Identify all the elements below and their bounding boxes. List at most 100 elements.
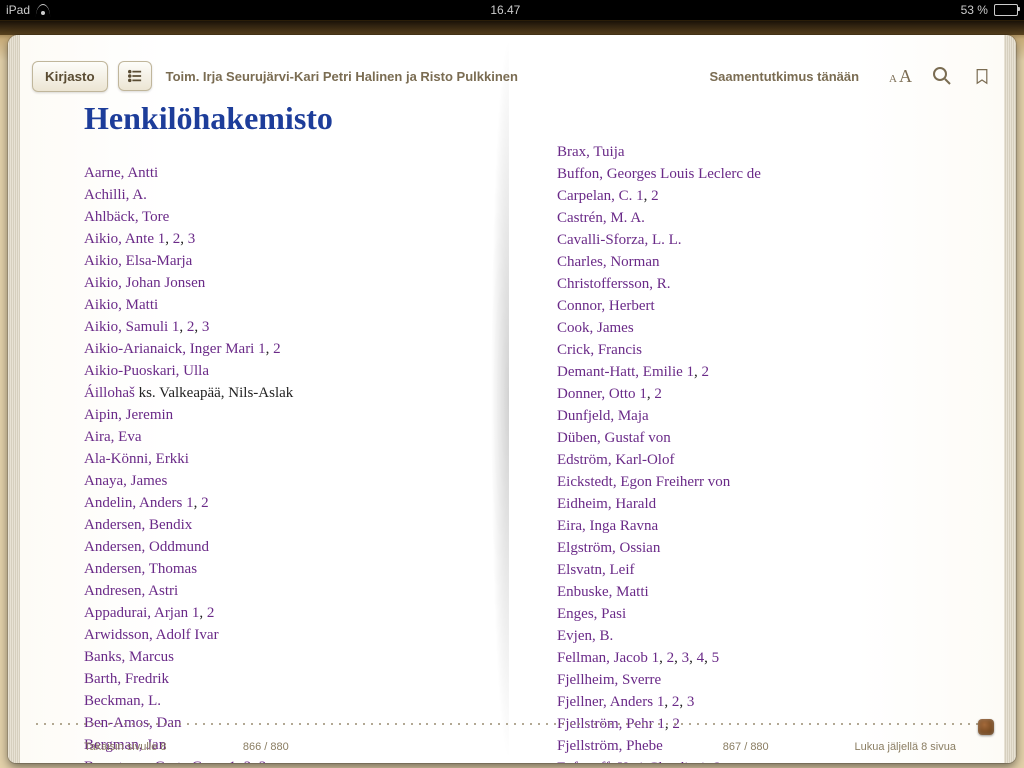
index-entry: Cavalli-Sforza, L. L. — [557, 229, 940, 251]
index-name-link[interactable]: Ben-Amos, Dan — [84, 715, 182, 731]
index-name-link[interactable]: Aikio, Johan Jonsen — [84, 275, 205, 291]
index-name-link[interactable]: Aikio-Puoskari, Ulla — [84, 363, 209, 379]
index-name-link[interactable]: Beckman, L. — [84, 693, 161, 709]
index-page-ref[interactable]: 3 — [202, 319, 210, 335]
index-name-link[interactable]: Aarne, Antti — [84, 165, 158, 181]
index-name-link[interactable]: Aikio, Elsa-Marja — [84, 253, 192, 269]
index-name-link[interactable]: Appadurai, Arjan — [84, 605, 192, 621]
index-page-ref[interactable]: 3 — [188, 231, 196, 247]
index-name-link[interactable]: Fofonoff, Kati-Claudia — [557, 760, 699, 763]
index-entry: Aikio, Johan Jonsen — [84, 272, 467, 294]
index-name-link[interactable]: Crick, Francis — [557, 342, 642, 358]
index-entry: Andersen, Oddmund — [84, 536, 467, 558]
index-page-ref[interactable]: 2 — [273, 341, 281, 357]
index-name-link[interactable]: Donner, Otto — [557, 386, 639, 402]
index-name-link[interactable]: Fjellner, Anders — [557, 694, 657, 710]
index-page-ref[interactable]: 2 — [651, 188, 659, 204]
index-name-link[interactable]: Düben, Gustaf von — [557, 430, 671, 446]
index-name-link[interactable]: Andersen, Bendix — [84, 517, 192, 533]
index-name-link[interactable]: Demant-Hatt, Emilie — [557, 364, 687, 380]
index-page-ref[interactable]: 1 — [636, 188, 644, 204]
index-name-link[interactable]: Aikio, Ante — [84, 231, 158, 247]
index-name-link[interactable]: Evjen, B. — [557, 628, 613, 644]
index-name-link[interactable]: Christoffersson, R. — [557, 276, 670, 292]
index-name-link[interactable]: Elsvatn, Leif — [557, 562, 634, 578]
index-page-ref[interactable]: 4 — [697, 650, 705, 666]
index-name-link[interactable]: Andresen, Astri — [84, 583, 178, 599]
index-name-link[interactable]: Elgström, Ossian — [557, 540, 660, 556]
index-name-link[interactable]: Eira, Inga Ravna — [557, 518, 658, 534]
index-name-link[interactable]: Carpelan, C. — [557, 188, 636, 204]
index-name-link[interactable]: Dunfjeld, Maja — [557, 408, 649, 424]
index-name-link[interactable]: Ala-Könni, Erkki — [84, 451, 189, 467]
left-page[interactable]: Henkilöhakemisto Aarne, AnttiAchilli, A.… — [20, 35, 509, 763]
index-page-ref[interactable]: 1 — [652, 650, 660, 666]
library-button[interactable]: Kirjasto — [32, 61, 108, 92]
index-page-ref[interactable]: 3 — [682, 650, 690, 666]
index-name-link[interactable]: Eickstedt, Egon Freiherr von — [557, 474, 730, 490]
index-name-link[interactable]: Aikio, Matti — [84, 297, 158, 313]
index-entry: Eira, Inga Ravna — [557, 515, 940, 537]
index-name-link[interactable]: Barth, Fredrik — [84, 671, 169, 687]
index-name-link[interactable]: Charles, Norman — [557, 254, 659, 270]
index-name-link[interactable]: Fjellheim, Sverre — [557, 672, 661, 688]
index-name-link[interactable]: Andersen, Thomas — [84, 561, 197, 577]
index-name-link[interactable]: Anaya, James — [84, 473, 167, 489]
index-page-ref[interactable]: 2 — [667, 650, 675, 666]
index-page-ref[interactable]: 2 — [654, 386, 662, 402]
index-name-link[interactable]: Buffon, Georges Louis Leclerc de — [557, 166, 761, 182]
index-entry: Aipin, Jeremin — [84, 404, 467, 426]
index-entry: Ben-Amos, Dan — [84, 712, 467, 734]
index-page-ref[interactable]: 1 — [639, 386, 647, 402]
index-entry: Christoffersson, R. — [557, 273, 940, 295]
index-name-link[interactable]: Enbuske, Matti — [557, 584, 649, 600]
index-name-link[interactable]: Brax, Tuija — [557, 144, 625, 160]
index-page-ref[interactable]: 3 — [259, 759, 267, 763]
index-name-link[interactable]: Eidheim, Harald — [557, 496, 656, 512]
index-name-link[interactable]: Enges, Pasi — [557, 606, 626, 622]
index-entry: Appadurai, Arjan 1, 2 — [84, 602, 467, 624]
index-page-ref[interactable]: 1 — [258, 341, 266, 357]
index-name-link[interactable]: Andelin, Anders — [84, 495, 186, 511]
index-name-link[interactable]: Arwidsson, Adolf Ivar — [84, 627, 219, 643]
search-icon[interactable] — [932, 66, 952, 86]
index-name-link[interactable]: Fellman, Jacob — [557, 650, 652, 666]
page-scrubber[interactable] — [978, 719, 994, 735]
right-page[interactable]: Brax, Tuija Buffon, Georges Louis Leclerc… — [509, 35, 1004, 763]
index-page-ref[interactable]: 2 — [201, 495, 209, 511]
open-book: Kirjasto Toim. Irja Seurujärvi-Kari Petr… — [8, 35, 1016, 763]
index-name-link[interactable]: Connor, Herbert — [557, 298, 655, 314]
index-page-ref[interactable]: 2 — [207, 605, 215, 621]
index-name-link[interactable]: Aikio-Arianaick, Inger Mari — [84, 341, 258, 357]
index-name-link[interactable]: Aikio, Samuli — [84, 319, 172, 335]
index-name-link[interactable]: Bergstrøm, Grete Gunn — [84, 759, 229, 763]
index-entry: Elgström, Ossian — [557, 537, 940, 559]
index-name-link[interactable]: Cook, James — [557, 320, 634, 336]
clock: 16.47 — [490, 3, 520, 17]
index-page-ref[interactable]: 2 — [714, 760, 722, 763]
index-name-link[interactable]: Castrén, M. A. — [557, 210, 645, 226]
index-page-ref[interactable]: 2 — [672, 716, 680, 732]
index-page-ref[interactable]: 3 — [687, 694, 695, 710]
toc-button[interactable] — [118, 61, 152, 91]
index-name-link[interactable]: Áillohaš — [84, 385, 139, 401]
index-entry: Elsvatn, Leif — [557, 559, 940, 581]
page-number-left: 866 / 880 — [243, 741, 289, 753]
index-page-ref[interactable]: 1 — [657, 716, 665, 732]
index-page-ref[interactable]: 5 — [712, 650, 720, 666]
font-size-button[interactable]: AA — [889, 66, 912, 87]
index-name-link[interactable]: Achilli, A. — [84, 187, 147, 203]
index-name-link[interactable]: Fjellström, Pehr — [557, 716, 657, 732]
index-name-link[interactable]: Andersen, Oddmund — [84, 539, 209, 555]
index-name-link[interactable]: Banks, Marcus — [84, 649, 174, 665]
index-name-link[interactable]: Edström, Karl-Olof — [557, 452, 674, 468]
bookmark-icon[interactable] — [972, 66, 992, 86]
index-name-link[interactable]: Cavalli-Sforza, L. L. — [557, 232, 682, 248]
index-page-ref[interactable]: 1 — [186, 495, 194, 511]
index-page-ref[interactable]: 1 — [687, 364, 695, 380]
back-link[interactable]: Takaisin sivulle 8 — [84, 741, 167, 753]
index-page-ref[interactable]: 2 — [702, 364, 710, 380]
index-name-link[interactable]: Aipin, Jeremin — [84, 407, 173, 423]
index-name-link[interactable]: Aira, Eva — [84, 429, 141, 445]
index-name-link[interactable]: Ahlbäck, Tore — [84, 209, 169, 225]
